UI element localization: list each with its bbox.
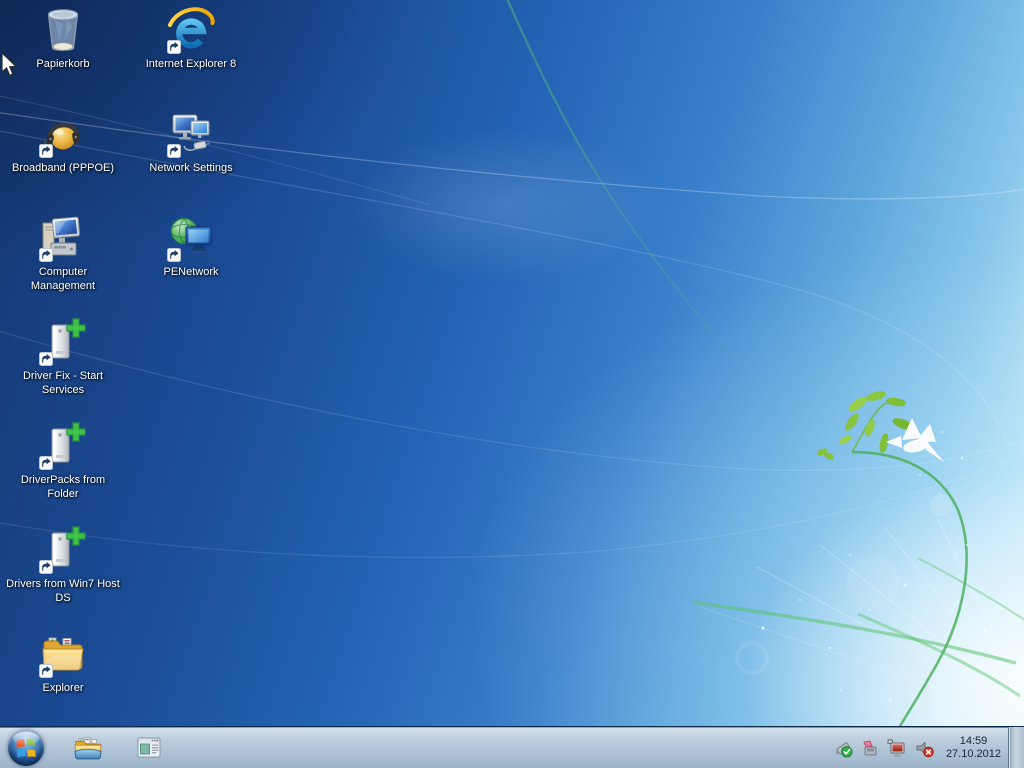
shortcut-arrow-icon	[167, 40, 181, 54]
explorer-folder-icon	[73, 733, 103, 763]
hummingbird	[886, 418, 944, 462]
desktop-icon-label: Network Settings	[126, 161, 256, 175]
shortcut-arrow-icon	[39, 144, 53, 158]
shortcut-arrow-icon	[39, 352, 53, 366]
shortcut-arrow-icon	[167, 144, 181, 158]
taskbar-app-button[interactable]	[133, 732, 165, 764]
shortcut-arrow-icon	[39, 248, 53, 262]
desktop-icon-network-settings[interactable]: Network Settings	[129, 110, 253, 175]
desktop-icon-drivers-from-win7-host-ds[interactable]: Drivers from Win7 Host DS	[1, 526, 125, 605]
taskbar-explorer-button[interactable]	[72, 732, 104, 764]
desktop-icon-driver-fix-start-services[interactable]: Driver Fix - Start Services	[1, 318, 125, 397]
desktop-icon-label: Internet Explorer 8	[126, 57, 256, 71]
clock-date: 27.10.2012	[946, 748, 1001, 761]
recycle-bin-icon	[39, 6, 87, 54]
desktop-icon-label: Broadband (PPPOE)	[0, 161, 128, 175]
shortcut-arrow-icon	[167, 248, 181, 262]
safely-remove-hardware-icon[interactable]	[833, 738, 853, 758]
desktop-icon-penetwork[interactable]: PENetwork	[129, 214, 253, 279]
desktop-icon-driverpacks-from-folder[interactable]: DriverPacks from Folder	[1, 422, 125, 501]
desktop-icon-label: Explorer	[0, 681, 128, 695]
branch-leaves	[816, 389, 915, 461]
desktop-icon-label: Drivers from Win7 Host DS	[0, 577, 128, 605]
taskbar: 14:59 27.10.2012	[0, 726, 1024, 768]
clock-time: 14:59	[946, 735, 1001, 748]
shortcut-arrow-icon	[39, 664, 53, 678]
desktop-icon-label: Driver Fix - Start Services	[0, 369, 128, 397]
desktop-icon-computer-management[interactable]: Computer Management	[1, 214, 125, 293]
shortcut-arrow-icon	[39, 456, 53, 470]
desktop-icon-label: PENetwork	[126, 265, 256, 279]
start-button[interactable]	[8, 730, 44, 766]
desktop-icon-label: Computer Management	[0, 265, 128, 293]
volume-muted-icon[interactable]	[914, 738, 934, 758]
show-desktop-button[interactable]	[1008, 727, 1024, 768]
desktop-icon-explorer[interactable]: Explorer	[1, 630, 125, 695]
desktop-icon-label: DriverPacks from Folder	[0, 473, 128, 501]
desktop-icon-broadband-pppoe[interactable]: Broadband (PPPOE)	[1, 110, 125, 175]
windows-logo-icon	[15, 737, 37, 759]
desktop: Papierkorb Internet Explorer 8	[0, 0, 1024, 768]
desktop-icon-label: Papierkorb	[0, 57, 128, 71]
hotswap-device-icon[interactable]	[860, 738, 880, 758]
shortcut-arrow-icon	[39, 560, 53, 574]
app-window-icon	[135, 734, 163, 762]
taskbar-clock[interactable]: 14:59 27.10.2012	[946, 735, 1003, 761]
system-tray: 14:59 27.10.2012	[833, 727, 1003, 768]
desktop-icon-internet-explorer-8[interactable]: Internet Explorer 8	[129, 6, 253, 71]
desktop-icon-papierkorb[interactable]: Papierkorb	[1, 6, 125, 71]
network-disconnected-icon[interactable]	[887, 738, 907, 758]
